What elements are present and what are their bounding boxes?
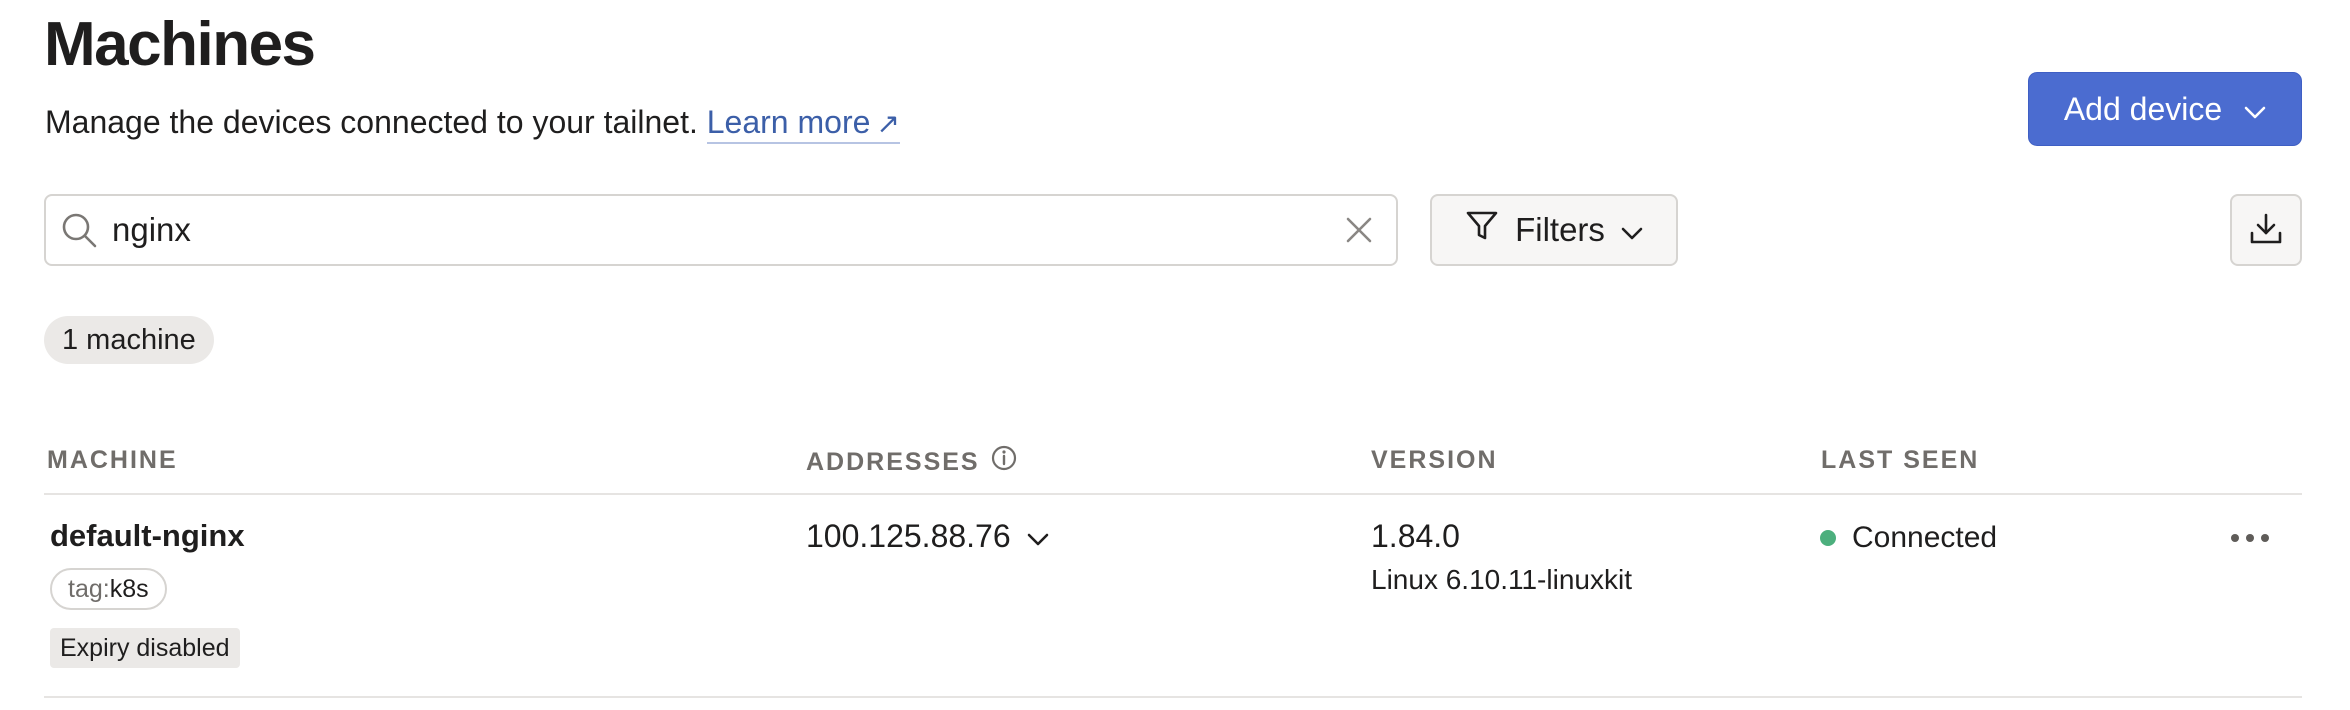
external-link-arrow-icon: ↗ xyxy=(876,108,900,139)
search-icon xyxy=(46,211,112,249)
add-device-button[interactable]: Add device xyxy=(2028,72,2302,146)
last-seen-label: Connected xyxy=(1852,521,1998,554)
column-header-last-seen[interactable]: LAST SEEN xyxy=(1821,444,1979,476)
column-header-addresses-label: ADDRESSES xyxy=(806,448,980,476)
filters-button[interactable]: Filters xyxy=(1430,194,1678,266)
download-icon xyxy=(2248,211,2284,250)
column-header-machine[interactable]: MACHINE xyxy=(47,444,178,476)
expiry-badge: Expiry disabled xyxy=(50,628,240,668)
chevron-down-icon xyxy=(1027,516,1049,556)
table-row-divider xyxy=(44,696,2302,698)
last-seen-status: Connected xyxy=(1820,518,1997,558)
page-title: Machines xyxy=(44,10,316,79)
subtitle-text: Manage the devices connected to your tai… xyxy=(45,104,698,140)
filter-funnel-icon xyxy=(1465,209,1499,251)
chevron-down-icon xyxy=(1621,211,1643,249)
page-subtitle: Manage the devices connected to your tai… xyxy=(45,100,900,146)
export-download-button[interactable] xyxy=(2230,194,2302,266)
chevron-down-icon xyxy=(2244,91,2266,128)
connected-status-dot-icon xyxy=(1820,530,1836,546)
tag-prefix: tag: xyxy=(68,575,110,603)
ip-address: 100.125.88.76 xyxy=(806,518,1011,554)
column-header-version[interactable]: VERSION xyxy=(1371,444,1498,476)
learn-more-label: Learn more xyxy=(706,104,871,140)
info-icon[interactable] xyxy=(990,444,1018,480)
search-input[interactable] xyxy=(112,200,1322,260)
learn-more-link[interactable]: Learn more ↗ xyxy=(706,104,900,144)
client-version: 1.84.0 xyxy=(1371,518,1460,554)
more-options-icon[interactable] xyxy=(2226,520,2274,556)
machine-name[interactable]: default-nginx xyxy=(50,516,245,556)
table-header-divider xyxy=(44,493,2302,495)
clear-search-icon[interactable] xyxy=(1322,200,1396,260)
tag-value: k8s xyxy=(109,575,149,603)
search-box xyxy=(44,194,1398,266)
filters-label: Filters xyxy=(1515,211,1605,248)
os-version: Linux 6.10.11-linuxkit xyxy=(1371,564,1632,595)
column-header-addresses[interactable]: ADDRESSES xyxy=(806,444,1018,480)
tag-chip: tag:k8s xyxy=(50,568,167,610)
machine-count-badge: 1 machine xyxy=(44,316,214,364)
address-dropdown[interactable]: 100.125.88.76 xyxy=(806,516,1049,556)
add-device-label: Add device xyxy=(2063,90,2223,127)
